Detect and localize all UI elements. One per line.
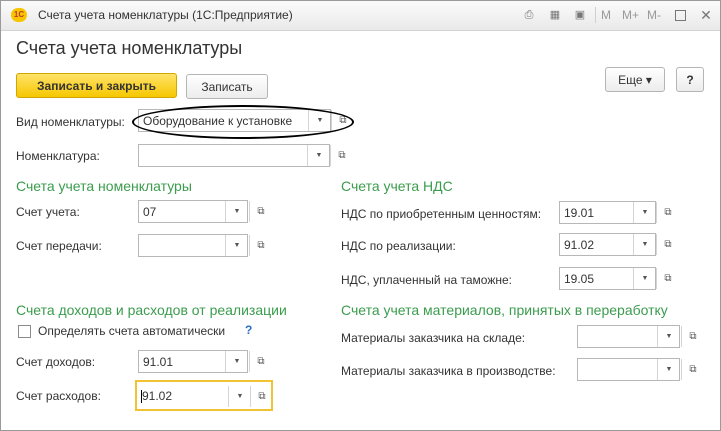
vat-sales-value: 91.02 [564,238,595,252]
chevron-down-icon[interactable]: ▼ [633,202,656,223]
vat-customs-label: НДС, уплаченный на таможне: [341,273,512,287]
chevron-down-icon[interactable]: ▼ [307,145,330,166]
chevron-down-icon[interactable]: ▼ [225,235,248,256]
vat-acquired-field[interactable]: 19.01 ▼ [559,201,656,224]
auto-accounts-checkbox[interactable] [18,325,31,338]
open-icon[interactable]: ⧉ [331,110,354,131]
help-button[interactable]: ? [676,67,704,92]
expense-account-value: 91.02 [142,389,173,403]
save-button[interactable]: Записать [186,74,268,99]
text-cursor [141,390,142,403]
open-icon[interactable]: ⧉ [330,145,353,166]
section-materials-title: Счета учета материалов, принятых в перер… [341,302,668,318]
open-icon[interactable]: ⧉ [656,202,679,223]
chevron-down-icon[interactable]: ▼ [657,359,680,380]
materials-production-label: Материалы заказчика в производстве: [341,364,556,378]
app-logo-icon: 1С [11,8,27,22]
expense-account-label: Счет расходов: [16,389,101,403]
vat-customs-field[interactable]: 19.05 ▼ [559,267,656,290]
vat-customs-value: 19.05 [564,272,595,286]
print-icon[interactable]: ⎙ [521,7,537,23]
nomenclature-field[interactable]: ▼ [138,144,330,167]
transfer-account-label: Счет передачи: [16,239,102,253]
chevron-down-icon[interactable]: ▼ [633,234,656,255]
chevron-down-icon[interactable]: ▼ [225,201,248,222]
chevron-down-icon: ▾ [645,73,652,87]
maximize-icon[interactable] [675,10,686,21]
vat-acquired-label: НДС по приобретенным ценностям: [341,207,542,221]
auto-accounts-label[interactable]: Определять счета автоматически [38,324,225,338]
vat-sales-field[interactable]: 91.02 ▼ [559,233,656,256]
materials-production-field[interactable]: ▼ [577,358,680,381]
form-title: Счета учета номенклатуры [16,38,243,58]
nomenclature-type-label: Вид номенклатуры: [16,115,125,129]
materials-warehouse-label: Материалы заказчика на складе: [341,331,526,345]
chevron-down-icon[interactable]: ▼ [228,386,251,407]
title-bar: 1С Счета учета номенклатуры (1С:Предприя… [1,1,720,31]
nomenclature-type-field[interactable]: Оборудование к установке ▼ [138,109,331,132]
open-icon[interactable]: ⧉ [681,359,704,380]
expense-account-field[interactable]: 91.02 ▼ ⧉ [135,380,273,411]
account-label: Счет учета: [16,205,80,219]
account-field[interactable]: 07 ▼ [138,200,248,223]
memory-m-button[interactable]: M [601,8,611,22]
help-question-icon[interactable]: ? [245,323,252,337]
section-income-title: Счета доходов и расходов от реализации [16,302,287,318]
nomenclature-type-value: Оборудование к установке [143,114,293,128]
calculator-icon[interactable]: ▦ [547,7,563,23]
close-icon[interactable]: ✕ [698,7,714,23]
income-account-label: Счет доходов: [16,355,96,369]
open-icon[interactable]: ⧉ [250,386,273,407]
materials-warehouse-field[interactable]: ▼ [577,325,680,348]
section-accounts-title: Счета учета номенклатуры [16,178,192,194]
memory-plus-button[interactable]: M+ [622,8,639,22]
chevron-down-icon[interactable]: ▼ [225,351,248,372]
income-account-field[interactable]: 91.01 ▼ [138,350,248,373]
section-vat-title: Счета учета НДС [341,178,453,194]
open-icon[interactable]: ⧉ [656,234,679,255]
chevron-down-icon[interactable]: ▼ [657,326,680,347]
income-account-value: 91.01 [143,355,174,369]
chevron-down-icon[interactable]: ▼ [633,268,656,289]
vat-acquired-value: 19.01 [564,206,595,220]
nomenclature-label: Номенклатура: [16,149,100,163]
open-icon[interactable]: ⧉ [249,201,272,222]
window: 1С Счета учета номенклатуры (1С:Предприя… [0,0,721,431]
memory-minus-button[interactable]: M- [647,8,661,22]
open-icon[interactable]: ⧉ [681,326,704,347]
save-and-close-button[interactable]: Записать и закрыть [16,73,177,98]
window-title: Счета учета номенклатуры (1С:Предприятие… [38,8,293,22]
toolbar-separator [595,7,596,23]
vat-sales-label: НДС по реализации: [341,239,456,253]
open-icon[interactable]: ⧉ [249,235,272,256]
transfer-account-field[interactable]: ▼ [138,234,248,257]
calendar-icon[interactable]: ▣ [572,7,588,23]
account-value: 07 [143,205,157,219]
more-button[interactable]: Еще ▾ [605,67,665,92]
open-icon[interactable]: ⧉ [656,268,679,289]
chevron-down-icon[interactable]: ▼ [308,110,331,131]
more-button-label: Еще [618,73,643,87]
open-icon[interactable]: ⧉ [249,351,272,372]
